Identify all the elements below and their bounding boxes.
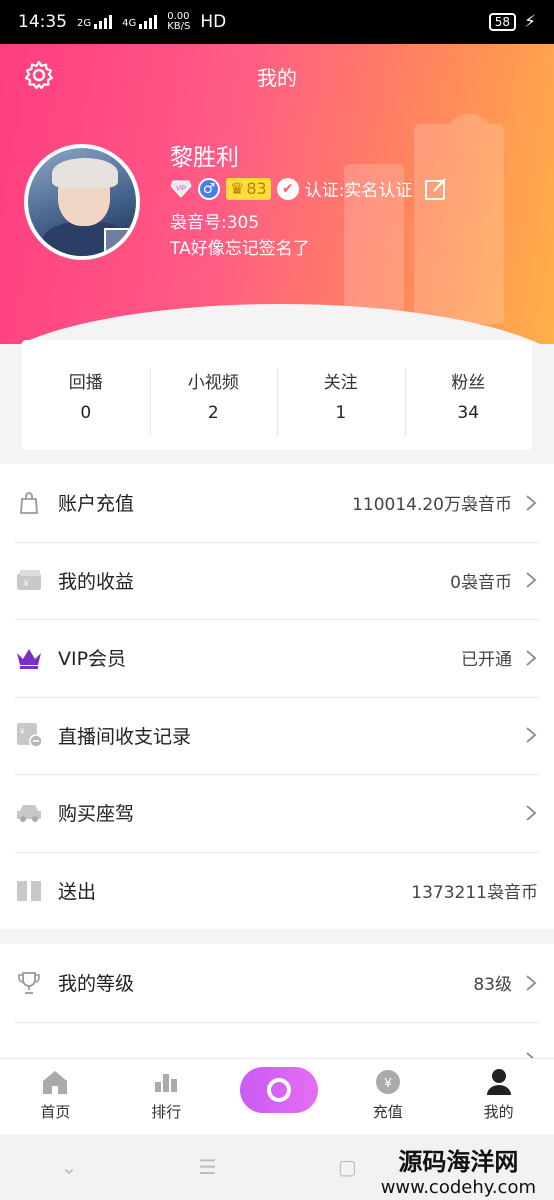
page-title: 我的 — [257, 66, 297, 90]
menu-icon[interactable]: ☰ — [199, 1155, 217, 1179]
stat-fans[interactable]: 粉丝 34 — [404, 367, 533, 436]
yen-coin-icon: ¥ — [373, 1067, 403, 1097]
watermark: 源码海洋网 www.codehy.com — [381, 1142, 536, 1198]
chevron-down-icon[interactable]: ⌄ — [61, 1155, 78, 1179]
battery-icon: 58 — [488, 13, 517, 31]
net-speed: 0.00 KB/S — [167, 11, 191, 32]
ranking-icon — [151, 1067, 181, 1097]
tab-mine[interactable]: 我的 — [443, 1059, 554, 1134]
tab-recharge[interactable]: ¥ 充值 — [332, 1059, 443, 1134]
tab-label: 我的 — [483, 1103, 514, 1121]
avatar[interactable] — [24, 144, 140, 260]
menu-item-recharge[interactable]: 账户充值 110014.20万袅音币 — [0, 464, 554, 542]
stat-label: 关注 — [323, 372, 358, 393]
bottom-nav: 首页 排行 ¥ 充值 我的 — [0, 1058, 554, 1134]
chevron-right-icon — [526, 495, 537, 511]
badge-row: VIP ♂ ♛ 83 ✔ 认证:实名认证 — [170, 176, 448, 201]
edit-icon[interactable] — [424, 177, 448, 201]
stat-following[interactable]: 关注 1 — [277, 367, 405, 436]
live-start-button[interactable] — [240, 1067, 318, 1113]
stat-label: 回播 — [68, 372, 103, 393]
stat-value: 0 — [80, 402, 92, 423]
svg-text:¥: ¥ — [19, 727, 25, 736]
stat-value: 34 — [457, 402, 480, 423]
menu-item-value: 已开通 — [461, 650, 512, 671]
chevron-right-icon — [526, 805, 537, 821]
verified-check-icon: ✔ — [276, 177, 299, 200]
profile-header: 我的 黎胜利 VIP ♂ ♛ 83 ✔ 认证:实名认证 袅音号:305 TA好像… — [0, 44, 554, 344]
menu-item-sent[interactable]: 送出 1373211袅音币 — [0, 851, 554, 930]
net-label-1: 2G — [77, 18, 92, 29]
stat-replay[interactable]: 回播 0 — [22, 368, 150, 423]
menu-item-label: 送出 — [58, 880, 97, 903]
watermark-url: www.codehy.com — [380, 1177, 536, 1198]
net-label-2: 4G — [122, 18, 137, 29]
ledger-icon: ¥ — [16, 722, 42, 748]
tab-label: 排行 — [151, 1103, 182, 1121]
menu-item-label: VIP会员 — [58, 648, 127, 671]
trophy-icon — [16, 970, 42, 996]
svg-text:¥: ¥ — [383, 1075, 392, 1090]
chevron-right-icon — [526, 572, 537, 588]
tab-label: 首页 — [40, 1103, 71, 1121]
menu-item-value: 110014.20万袅音币 — [352, 495, 512, 516]
crown-icon — [16, 645, 42, 671]
gender-male-icon: ♂ — [198, 177, 220, 200]
tab-home[interactable]: 首页 — [0, 1059, 111, 1134]
signal-icon-2: 4G — [122, 15, 158, 29]
cash-card-icon: ¥ — [16, 567, 42, 593]
watermark-title: 源码海洋网 — [398, 1148, 519, 1176]
stat-label: 小视频 — [187, 372, 239, 393]
signal-icon-1: 2G — [77, 15, 113, 29]
vip-diamond-icon: VIP — [170, 180, 192, 198]
stat-value: 1 — [335, 402, 347, 423]
stat-short-video[interactable]: 小视频 2 — [149, 367, 278, 436]
car-icon — [16, 800, 42, 826]
stat-label: 粉丝 — [451, 372, 486, 393]
tab-label: 充值 — [372, 1103, 403, 1121]
level-badge: ♛ 83 — [226, 177, 271, 200]
hd-label: HD — [200, 12, 227, 32]
stat-value: 2 — [207, 402, 219, 423]
chevron-right-icon — [526, 727, 537, 743]
menu-item-value: 0袅音币 — [450, 572, 512, 593]
charging-icon: ⚡ — [524, 12, 536, 32]
menu-item-vip[interactable]: VIP会员 已开通 — [0, 619, 554, 697]
menu-item-earnings[interactable]: ¥ 我的收益 0袅音币 — [0, 541, 554, 620]
menu-item-label: 购买座驾 — [58, 803, 135, 826]
menu-item-level[interactable]: 我的等级 83级 — [0, 944, 554, 1022]
status-time: 14:35 — [18, 12, 67, 32]
menu-item-label: 我的收益 — [58, 570, 135, 593]
menu-group-account: 账户充值 110014.20万袅音币 ¥ 我的收益 0袅音币 VIP会员 已开通… — [0, 464, 554, 929]
chevron-right-icon — [526, 650, 537, 666]
home-icon — [40, 1067, 70, 1097]
home-square-icon[interactable]: ▢ — [338, 1155, 357, 1179]
user-id: 袅音号:305 — [170, 213, 260, 233]
menu-item-label: 我的等级 — [58, 973, 135, 996]
menu-item-buy-car[interactable]: 购买座驾 — [0, 774, 554, 852]
svg-text:VIP: VIP — [176, 186, 186, 192]
user-name: 黎胜利 — [170, 145, 239, 171]
menu-item-live-records[interactable]: ¥ 直播间收支记录 — [0, 696, 554, 775]
menu-item-label: 直播间收支记录 — [58, 725, 192, 748]
stats-card: 回播 0 小视频 2 关注 1 粉丝 34 — [22, 340, 532, 450]
verify-text: 认证:实名认证 — [304, 181, 413, 201]
tab-ranking[interactable]: 排行 — [111, 1059, 222, 1134]
menu-item-label: 账户充值 — [58, 493, 135, 516]
wallet-bag-icon — [16, 490, 42, 516]
gift-icon — [16, 877, 42, 903]
menu-item-value: 83级 — [473, 975, 512, 996]
status-bar: 14:35 2G 4G 0.00 KB/S HD 58 ⚡ — [0, 0, 554, 44]
chevron-right-icon — [526, 975, 537, 991]
signature: TA好像忘记签名了 — [170, 239, 310, 259]
mini-avatar — [104, 228, 130, 254]
menu-item-value: 1373211袅音币 — [411, 882, 538, 903]
svg-text:¥: ¥ — [23, 579, 29, 588]
live-icon — [267, 1078, 291, 1102]
crown-small-icon: ♛ — [230, 178, 245, 198]
user-icon — [484, 1067, 514, 1097]
